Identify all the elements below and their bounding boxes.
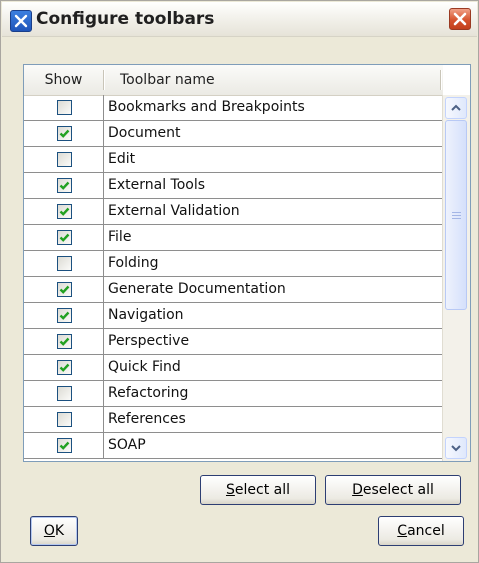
column-header-toolbar-name[interactable]: Toolbar name — [120, 65, 215, 95]
show-cell — [24, 95, 104, 120]
toolbar-name: Generate Documentation — [108, 281, 286, 297]
list-item[interactable]: Perspective — [24, 329, 443, 355]
toolbar-name: Edit — [108, 151, 136, 167]
app-icon — [10, 10, 32, 32]
show-checkbox[interactable] — [57, 282, 72, 297]
close-icon — [453, 12, 467, 26]
show-checkbox[interactable] — [57, 438, 72, 453]
toolbar-name: References — [108, 411, 186, 427]
show-cell — [24, 329, 104, 354]
select-all-button[interactable]: Select all — [200, 475, 316, 505]
checkmark-icon — [59, 207, 70, 216]
toolbar-list: Show Toolbar name Bookmarks and Breakpoi… — [23, 64, 471, 462]
show-checkbox[interactable] — [57, 152, 72, 167]
list-item[interactable]: Bookmarks and Breakpoints — [24, 95, 443, 121]
toolbar-name: Perspective — [108, 333, 190, 349]
show-checkbox[interactable] — [57, 178, 72, 193]
toolbar-name: SOAP — [108, 437, 146, 453]
column-header-show[interactable]: Show — [24, 65, 103, 95]
scroll-down-button[interactable] — [445, 437, 467, 459]
list-rows: Bookmarks and Breakpoints Document Edit Ext… — [24, 95, 443, 459]
toolbar-name: External Tools — [108, 177, 206, 193]
show-cell — [24, 199, 104, 224]
checkmark-icon — [59, 441, 70, 450]
show-cell — [24, 225, 104, 250]
list-item[interactable]: Refactoring — [24, 381, 443, 407]
show-cell — [24, 407, 104, 432]
show-cell — [24, 303, 104, 328]
show-cell — [24, 147, 104, 172]
toolbar-name: Folding — [108, 255, 159, 271]
scroll-thumb[interactable] — [445, 120, 467, 310]
chevron-up-icon — [451, 104, 461, 111]
checkmark-icon — [59, 311, 70, 320]
list-item[interactable]: Folding — [24, 251, 443, 277]
toolbar-name: File — [108, 229, 132, 245]
list-item[interactable]: External Tools — [24, 173, 443, 199]
toolbar-name: External Validation — [108, 203, 240, 219]
checkmark-icon — [59, 129, 70, 138]
window-title: Configure toolbars — [36, 9, 215, 29]
list-item[interactable]: Document — [24, 121, 443, 147]
ok-button[interactable]: OK — [30, 516, 78, 546]
show-checkbox[interactable] — [57, 412, 72, 427]
checkmark-icon — [59, 363, 70, 372]
toolbar-name: Navigation — [108, 307, 184, 323]
checkmark-icon — [59, 337, 70, 346]
show-cell — [24, 121, 104, 146]
show-checkbox[interactable] — [57, 100, 72, 115]
configure-toolbars-dialog: Configure toolbars Show Toolbar name Boo… — [0, 0, 479, 563]
vertical-scrollbar[interactable] — [442, 95, 470, 461]
show-cell — [24, 251, 104, 276]
show-checkbox[interactable] — [57, 386, 72, 401]
toolbar-name: Refactoring — [108, 385, 189, 401]
checkmark-icon — [59, 233, 70, 242]
close-button[interactable] — [449, 8, 471, 30]
list-item[interactable]: References — [24, 407, 443, 433]
cancel-button[interactable]: Cancel — [378, 516, 464, 546]
checkmark-icon — [59, 285, 70, 294]
list-item[interactable]: Navigation — [24, 303, 443, 329]
toolbar-name: Quick Find — [108, 359, 181, 375]
show-checkbox[interactable] — [57, 230, 72, 245]
show-checkbox[interactable] — [57, 126, 72, 141]
list-item[interactable]: File — [24, 225, 443, 251]
toolbar-name: Document — [108, 125, 181, 141]
grip-line — [452, 215, 461, 216]
column-separator[interactable] — [103, 70, 105, 90]
show-cell — [24, 277, 104, 302]
show-checkbox[interactable] — [57, 308, 72, 323]
list-item[interactable]: Quick Find — [24, 355, 443, 381]
grip-line — [452, 212, 461, 213]
list-item[interactable]: Edit — [24, 147, 443, 173]
show-cell — [24, 173, 104, 198]
toolbar-name: Bookmarks and Breakpoints — [108, 99, 305, 115]
list-header: Show Toolbar name — [24, 65, 443, 96]
list-item[interactable]: External Validation — [24, 199, 443, 225]
list-item[interactable]: Generate Documentation — [24, 277, 443, 303]
show-checkbox[interactable] — [57, 360, 72, 375]
show-cell — [24, 355, 104, 380]
show-cell — [24, 433, 104, 458]
list-item[interactable]: SOAP — [24, 433, 443, 459]
show-checkbox[interactable] — [57, 256, 72, 271]
scroll-up-button[interactable] — [445, 97, 467, 119]
column-separator[interactable] — [440, 70, 442, 90]
title-bar[interactable]: Configure toolbars — [2, 2, 477, 37]
checkmark-icon — [59, 181, 70, 190]
show-checkbox[interactable] — [57, 334, 72, 349]
deselect-all-button[interactable]: Deselect all — [325, 475, 461, 505]
grip-line — [452, 218, 461, 219]
show-cell — [24, 381, 104, 406]
chevron-down-icon — [451, 445, 461, 452]
show-checkbox[interactable] — [57, 204, 72, 219]
